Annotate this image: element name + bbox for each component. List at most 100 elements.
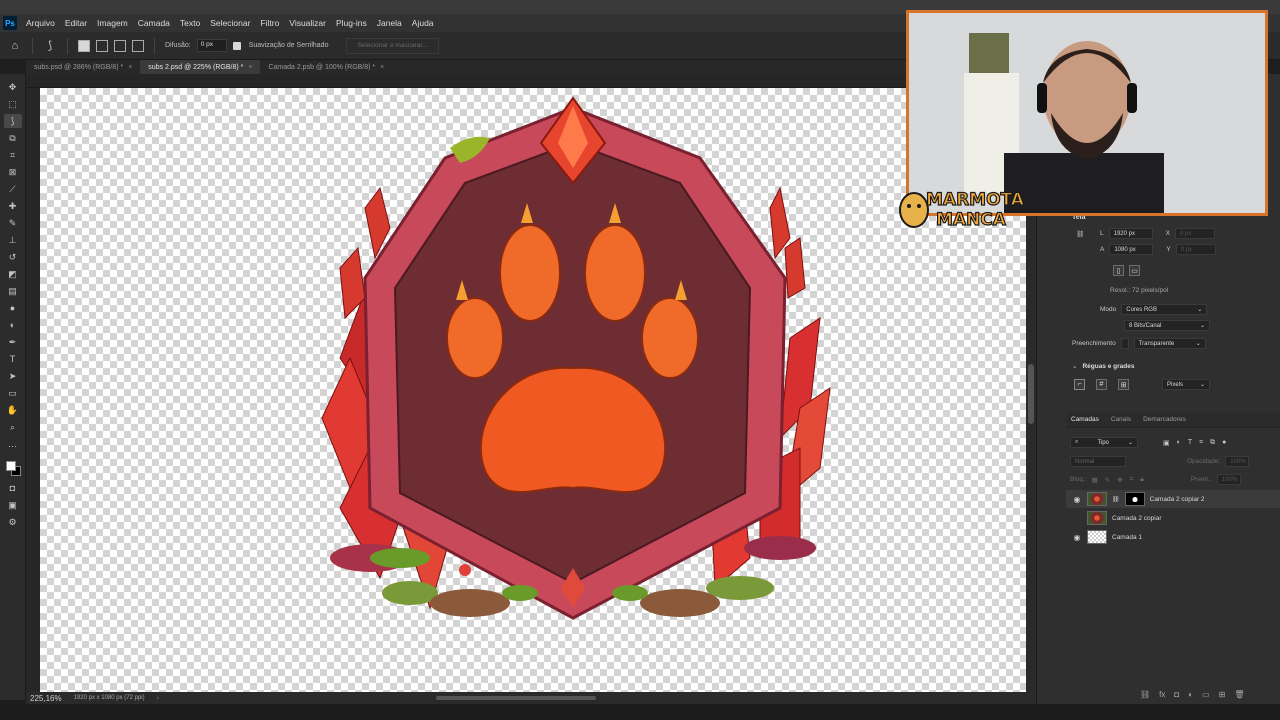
- menu-ajuda[interactable]: Ajuda: [407, 18, 439, 28]
- object-select-tool-icon[interactable]: ⧉: [4, 131, 22, 145]
- eye-icon[interactable]: ◉: [1072, 533, 1082, 542]
- layer-mask-thumbnail[interactable]: [1124, 492, 1145, 506]
- intersect-selection-icon[interactable]: [132, 39, 144, 52]
- lock-position-icon[interactable]: ✥: [1117, 476, 1122, 484]
- frame-tool-icon[interactable]: ⊠: [4, 165, 22, 179]
- x-input[interactable]: 0 px: [1174, 228, 1215, 239]
- more-tools-icon[interactable]: …: [4, 437, 22, 451]
- type-filter-icon[interactable]: T: [1188, 439, 1192, 447]
- ruler-toggle-icon[interactable]: ⌐: [1074, 379, 1085, 390]
- shape-filter-icon[interactable]: ⌗: [1199, 439, 1203, 447]
- menu-texto[interactable]: Texto: [175, 18, 205, 28]
- gradient-tool-icon[interactable]: ▤: [4, 284, 22, 298]
- tab-camadas[interactable]: Camadas: [1071, 416, 1099, 423]
- document-info[interactable]: 1920 px x 1080 px (72 ppi): [74, 695, 145, 701]
- tab-subs[interactable]: subs.psd @ 286% (RGB/8) * ×: [26, 60, 140, 74]
- new-group-icon[interactable]: ▭: [1202, 690, 1210, 699]
- dodge-tool-icon[interactable]: ◐: [4, 318, 22, 332]
- width-input[interactable]: 1920 px: [1108, 228, 1153, 239]
- foreground-color-swatch[interactable]: [5, 461, 16, 471]
- eye-icon[interactable]: ◉: [1072, 495, 1082, 504]
- fx-icon[interactable]: fx: [1159, 690, 1165, 699]
- menu-janela[interactable]: Janela: [372, 18, 407, 28]
- filter-toggle-icon[interactable]: ●: [1222, 439, 1226, 447]
- document-canvas[interactable]: [40, 88, 1026, 692]
- tab-subs-2[interactable]: subs 2.psd @ 225% (RGB/8) * ×: [140, 60, 261, 74]
- menu-editar[interactable]: Editar: [60, 18, 92, 28]
- menu-plugins[interactable]: Plug-ins: [331, 18, 372, 28]
- edit-toolbar-icon[interactable]: ⚙: [4, 515, 22, 529]
- menu-filtro[interactable]: Filtro: [255, 18, 284, 28]
- marquee-tool-icon[interactable]: ⬚: [4, 97, 22, 111]
- bit-depth-select[interactable]: 8 Bits/Canal ⌄: [1124, 320, 1210, 331]
- trash-icon[interactable]: 🗑︎: [1234, 690, 1244, 699]
- opacity-input[interactable]: 100%: [1225, 456, 1250, 467]
- add-mask-icon[interactable]: ◘: [1174, 690, 1179, 699]
- add-selection-icon[interactable]: [96, 39, 108, 52]
- layer-row[interactable]: Camada 2 copiar: [1066, 509, 1280, 527]
- menu-camada[interactable]: Camada: [133, 18, 175, 28]
- adjustment-filter-icon[interactable]: ◐: [1177, 439, 1181, 447]
- lasso-tool-preset-icon[interactable]: ⟆: [43, 39, 57, 53]
- landscape-orientation-icon[interactable]: ▭: [1129, 265, 1140, 276]
- select-and-mask-button[interactable]: Selecionar e mascarar...: [346, 37, 439, 54]
- layer-row[interactable]: ◉ ⛓ Camada 2 copiar 2: [1066, 490, 1280, 508]
- feather-input[interactable]: 0 px: [196, 39, 227, 52]
- fill-select[interactable]: Transparente ⌄: [1133, 338, 1206, 349]
- menu-selecionar[interactable]: Selecionar: [205, 18, 255, 28]
- lock-all-icon[interactable]: 🔒︎: [1140, 476, 1143, 484]
- tab-demarcadores[interactable]: Demarcadores: [1143, 416, 1186, 423]
- close-icon[interactable]: ×: [380, 64, 384, 71]
- type-tool-icon[interactable]: T: [4, 352, 22, 366]
- blur-tool-icon[interactable]: ●: [4, 301, 22, 315]
- link-dimensions-icon[interactable]: ⛓: [1076, 230, 1084, 238]
- antialias-checkbox[interactable]: [232, 41, 241, 50]
- menu-visualizar[interactable]: Visualizar: [284, 18, 331, 28]
- lock-transparent-icon[interactable]: ▦: [1092, 476, 1098, 484]
- healing-brush-tool-icon[interactable]: ✚: [4, 199, 22, 213]
- height-input[interactable]: 1080 px: [1109, 244, 1154, 255]
- blend-mode-select[interactable]: Normal: [1070, 456, 1126, 467]
- layer-filter-select[interactable]: ⌕ Tipo ⌄: [1070, 437, 1138, 448]
- quick-mask-icon[interactable]: ◘: [4, 481, 22, 495]
- clone-stamp-tool-icon[interactable]: ⊥: [4, 233, 22, 247]
- mode-select[interactable]: Cores RGB ⌄: [1121, 304, 1208, 315]
- guides-toggle-icon[interactable]: ⊞: [1118, 379, 1129, 390]
- layer-name[interactable]: Camada 1: [1112, 534, 1142, 541]
- lock-image-icon[interactable]: ✎: [1105, 476, 1110, 484]
- horizontal-scrollbar[interactable]: [436, 696, 596, 700]
- close-icon[interactable]: ×: [128, 64, 132, 71]
- lock-artboard-icon[interactable]: ⌗: [1130, 476, 1134, 484]
- layer-name[interactable]: Camada 2 copiar: [1112, 515, 1162, 522]
- pen-tool-icon[interactable]: ✒: [4, 335, 22, 349]
- tab-canais[interactable]: Canais: [1111, 416, 1131, 423]
- scroll-thumb[interactable]: [1028, 364, 1034, 424]
- layer-row[interactable]: ◉ Camada 1: [1066, 528, 1280, 546]
- menu-arquivo[interactable]: Arquivo: [21, 18, 60, 28]
- pixel-filter-icon[interactable]: ▣: [1163, 439, 1170, 447]
- screen-mode-icon[interactable]: ▣: [4, 498, 22, 512]
- tab-camada-2[interactable]: Camada 2.psb @ 100% (RGB/8) * ×: [260, 60, 392, 74]
- chevron-down-icon[interactable]: ⌄: [1072, 362, 1077, 370]
- new-layer-icon[interactable]: ⊞: [1219, 690, 1226, 699]
- portrait-orientation-icon[interactable]: ▯: [1113, 265, 1124, 276]
- move-tool-icon[interactable]: ✥: [4, 80, 22, 94]
- new-selection-icon[interactable]: [78, 39, 90, 52]
- crop-tool-icon[interactable]: ⌗: [4, 148, 22, 162]
- rectangle-tool-icon[interactable]: ▭: [4, 386, 22, 400]
- path-selection-tool-icon[interactable]: ➤: [4, 369, 22, 383]
- link-layers-icon[interactable]: ⛓: [1140, 690, 1150, 699]
- home-icon[interactable]: ⌂: [8, 39, 22, 53]
- brush-tool-icon[interactable]: ✎: [4, 216, 22, 230]
- zoom-level[interactable]: 225,16%: [30, 694, 62, 703]
- eraser-tool-icon[interactable]: ◩: [4, 267, 22, 281]
- y-input[interactable]: 0 px: [1175, 244, 1216, 255]
- fill-opacity-input[interactable]: 100%: [1216, 474, 1241, 485]
- adjustment-layer-icon[interactable]: ◐: [1188, 690, 1193, 699]
- units-select[interactable]: Pixels ⌄: [1162, 379, 1210, 390]
- menu-imagem[interactable]: Imagem: [92, 18, 133, 28]
- hand-tool-icon[interactable]: ✋: [4, 403, 22, 417]
- close-icon[interactable]: ×: [248, 64, 252, 71]
- history-brush-tool-icon[interactable]: ↺: [4, 250, 22, 264]
- smart-object-filter-icon[interactable]: ⧉: [1210, 439, 1215, 447]
